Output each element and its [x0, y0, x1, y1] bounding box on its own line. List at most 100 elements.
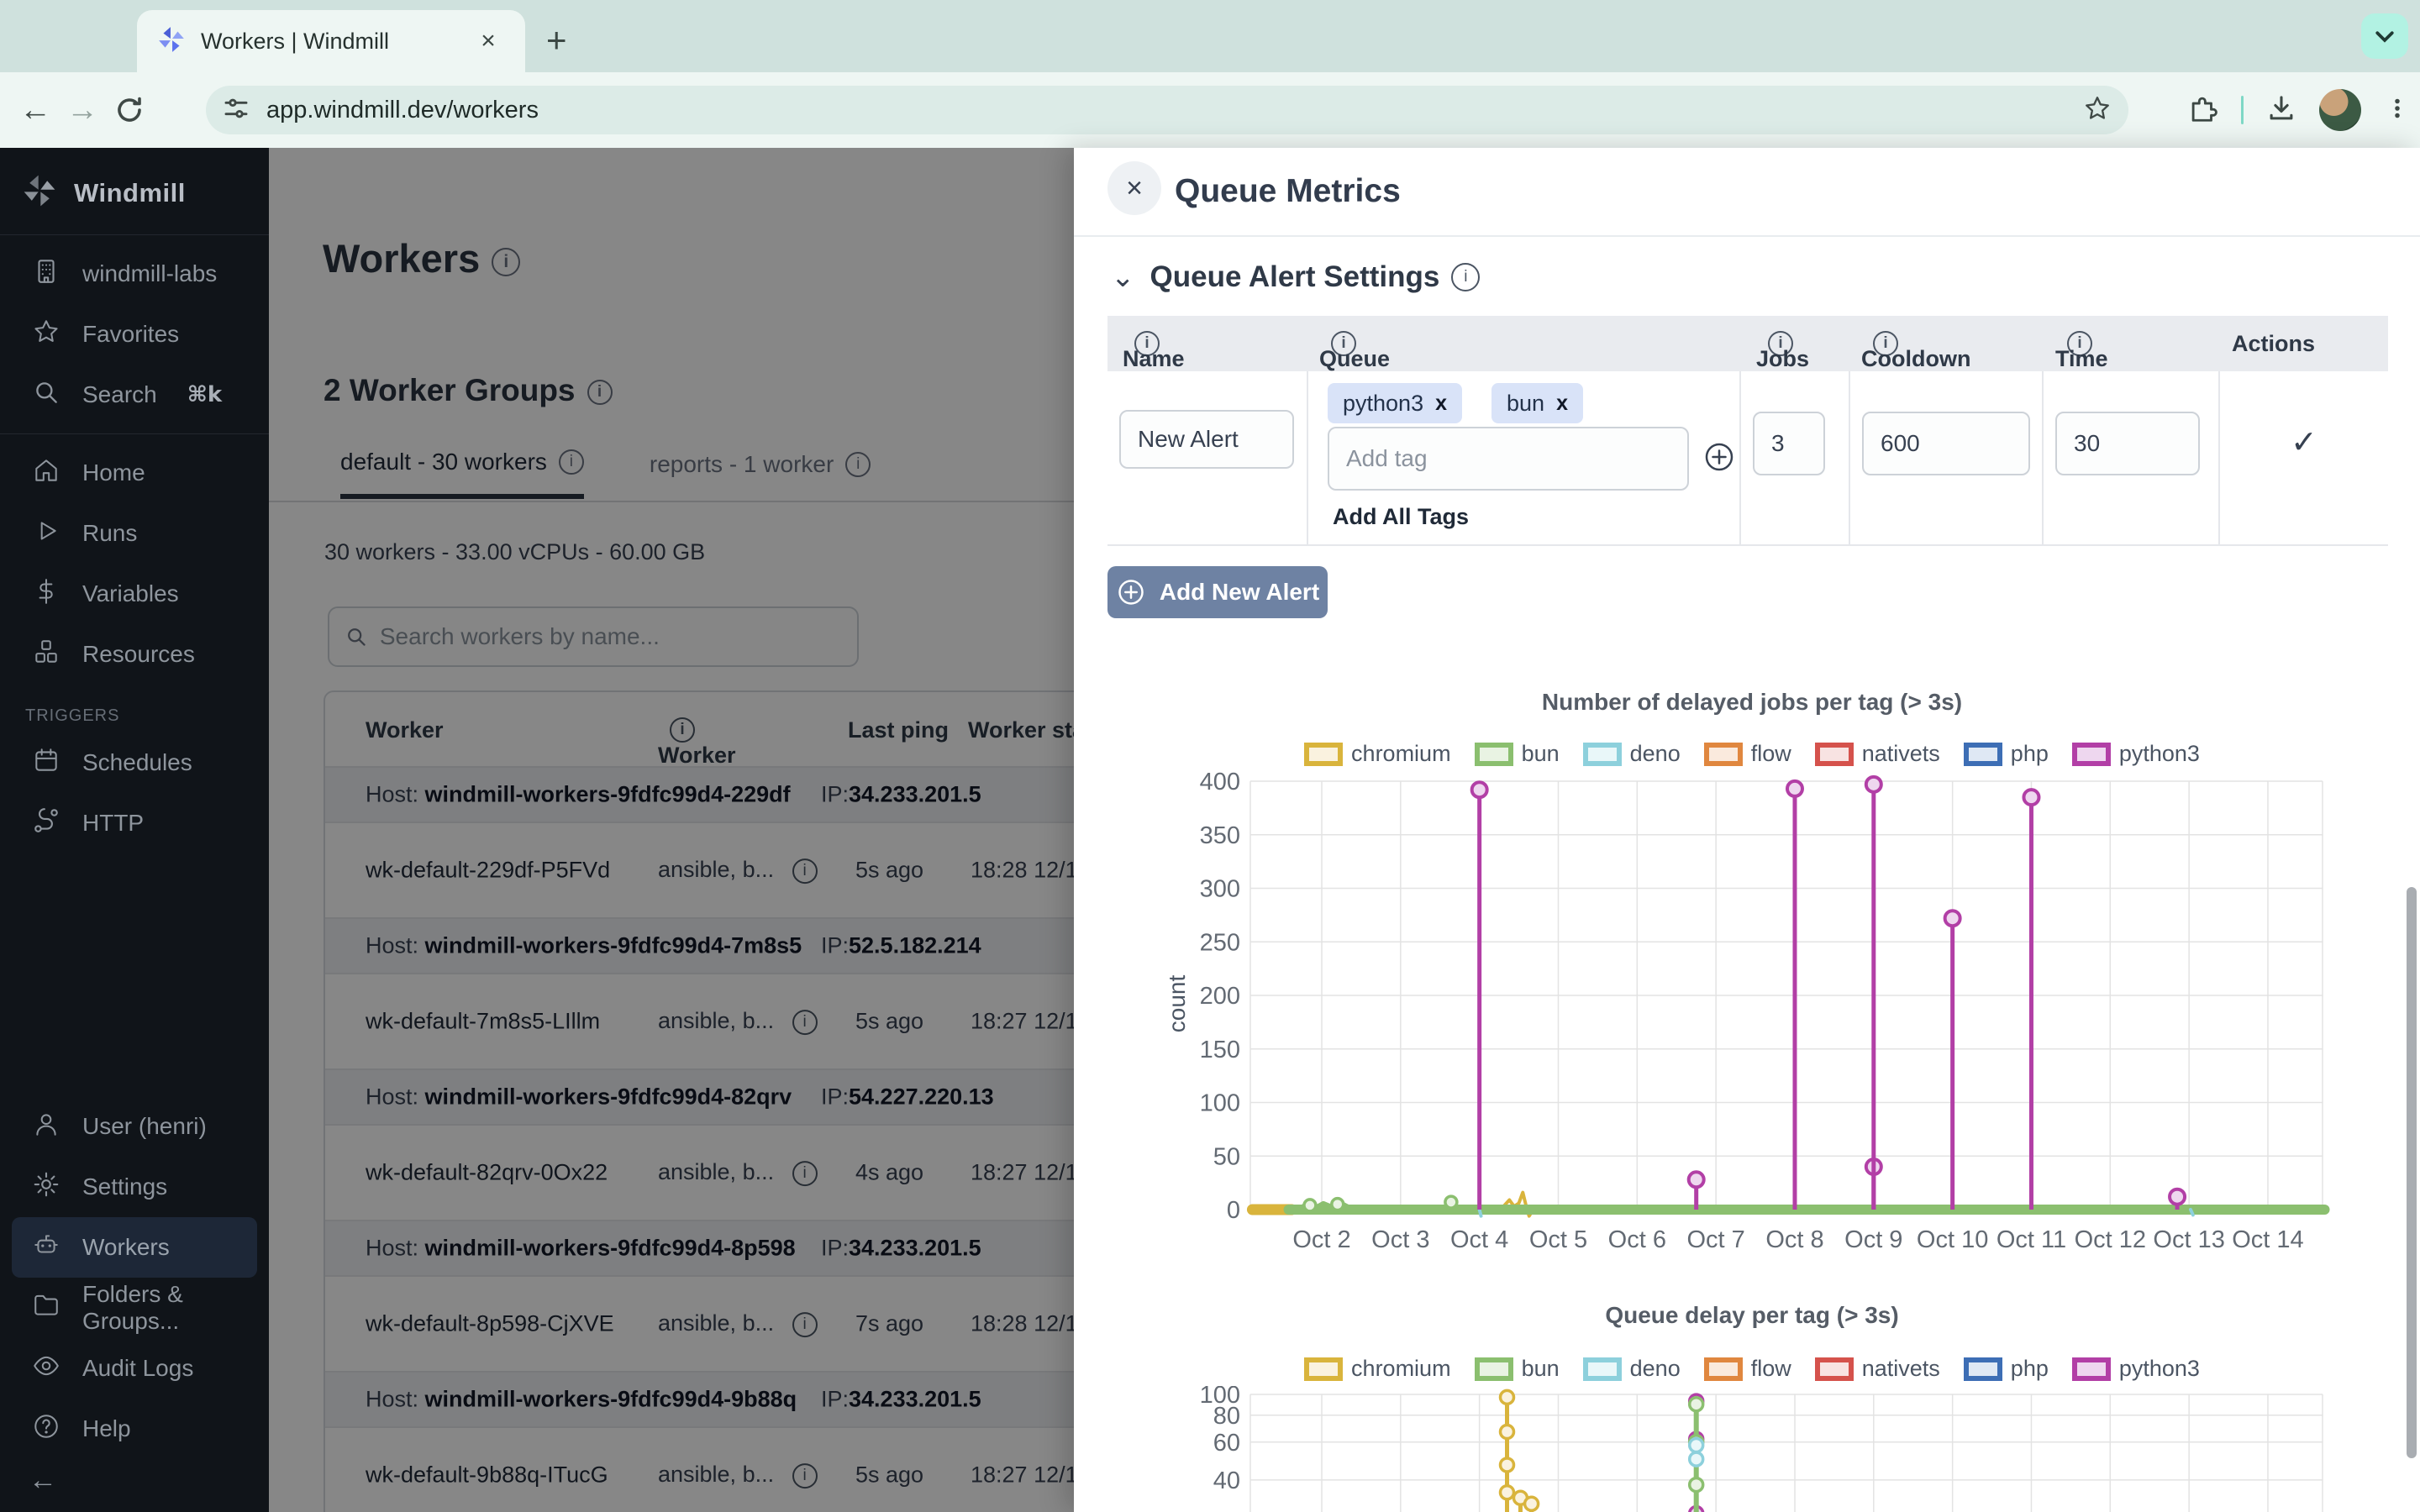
url-bar[interactable]: app.windmill.dev/workers — [206, 86, 2128, 134]
calendar-icon — [32, 746, 60, 780]
alert-table-header: Namei Queue Tags to Monitori Jobsi Coold… — [1107, 316, 2388, 371]
sidebar-item-label: Folders & Groups... — [82, 1281, 237, 1335]
legend-item-chromium[interactable]: chromium — [1304, 1356, 1451, 1382]
sidebar-item-resources[interactable]: Resources — [12, 624, 257, 685]
legend-item-flow[interactable]: flow — [1704, 1356, 1791, 1382]
bookmark-star-icon[interactable] — [2083, 94, 2112, 127]
forward-button[interactable]: → — [59, 87, 106, 134]
legend-swatch — [1583, 1357, 1622, 1381]
chart2-title: Queue delay per tag (> 3s) — [1160, 1302, 2344, 1329]
boxes-icon — [32, 638, 60, 672]
svg-text:400: 400 — [1200, 769, 1240, 795]
brand-name: Windmill — [74, 178, 186, 208]
tab-close-icon[interactable]: × — [471, 24, 505, 58]
sidebar-item-help[interactable]: Help — [12, 1399, 257, 1459]
legend-swatch — [1475, 1357, 1513, 1381]
downloads-icon[interactable] — [2265, 92, 2297, 129]
legend-item-python3[interactable]: python3 — [2072, 1356, 2200, 1382]
new-tab-button[interactable]: + — [546, 20, 567, 60]
windmill-logo-icon — [22, 173, 57, 213]
svg-text:50: 50 — [1213, 1143, 1240, 1170]
svg-text:Oct 13: Oct 13 — [2153, 1226, 2224, 1253]
gear-icon — [32, 1170, 60, 1205]
star-icon — [32, 318, 60, 352]
browser-toolbar: ← → app.windmill.dev/workers — [0, 72, 2420, 148]
time-input[interactable] — [2055, 412, 2200, 475]
search-icon — [32, 378, 60, 412]
browser-tab-strip: Workers | Windmill × + — [0, 0, 2420, 72]
site-settings-icon[interactable] — [223, 95, 250, 126]
sidebar-item-settings[interactable]: Settings — [12, 1157, 257, 1217]
sidebar-divider — [0, 234, 269, 235]
jobs-input[interactable] — [1753, 412, 1825, 475]
browser-tab[interactable]: Workers | Windmill × — [137, 10, 525, 72]
svg-text:200: 200 — [1200, 983, 1240, 1010]
legend-item-bun[interactable]: bun — [1475, 1356, 1560, 1382]
sidebar-item-label: Help — [82, 1415, 131, 1442]
sidebar-top-group: windmill-labsFavoritesSearch⌘k — [0, 244, 269, 425]
svg-text:Oct 9: Oct 9 — [1844, 1226, 1902, 1253]
sidebar-item-search[interactable]: Search⌘k — [12, 365, 257, 425]
sidebar-item-favorites[interactable]: Favorites — [12, 304, 257, 365]
legend-item-php[interactable]: php — [1964, 1356, 2049, 1382]
sidebar-item-folders-groups[interactable]: Folders & Groups... — [12, 1278, 257, 1338]
svg-text:0: 0 — [1227, 1197, 1240, 1224]
drawer-backdrop[interactable] — [269, 148, 1074, 1512]
remove-tag-icon[interactable]: x — [1435, 391, 1447, 416]
sidebar-item-http[interactable]: HTTP — [12, 793, 257, 853]
tab-search-chevron-button[interactable] — [2361, 13, 2408, 59]
triggers-section-label: TRIGGERS — [0, 685, 269, 732]
profile-avatar[interactable] — [2319, 89, 2361, 131]
collapse-sidebar-icon[interactable]: ← — [0, 1459, 269, 1497]
sidebar-item-schedules[interactable]: Schedules — [12, 732, 257, 793]
extensions-puzzle-icon[interactable] — [2187, 92, 2219, 129]
robot-icon — [32, 1231, 60, 1265]
folder-icon — [32, 1291, 60, 1326]
sidebar-item-workers[interactable]: Workers — [12, 1217, 257, 1278]
back-button[interactable]: ← — [12, 87, 59, 134]
svg-text:Oct 4: Oct 4 — [1450, 1226, 1508, 1253]
svg-text:Oct 5: Oct 5 — [1529, 1226, 1587, 1253]
sidebar-triggers-group: SchedulesHTTP — [0, 732, 269, 853]
url-text[interactable]: app.windmill.dev/workers — [266, 97, 2066, 124]
add-all-tags-link[interactable]: Add All Tags — [1333, 504, 1469, 530]
drawer-scrollbar[interactable] — [2407, 887, 2417, 1458]
delayed-jobs-chart[interactable]: 050100150200250300350400Oct 2Oct 3Oct 4O… — [1160, 760, 2344, 1264]
tag-label: python3 — [1343, 391, 1423, 417]
kebab-menu-icon[interactable] — [2383, 94, 2412, 127]
reload-button[interactable] — [106, 87, 153, 134]
legend-label: php — [2011, 1356, 2049, 1382]
confirm-alert-check-icon[interactable]: ✓ — [2291, 423, 2317, 461]
add-new-alert-button[interactable]: Add New Alert — [1107, 566, 1328, 618]
sidebar-item-home[interactable]: Home — [12, 443, 257, 503]
sidebar-item-label: User (henri) — [82, 1113, 207, 1140]
add-tag-plus-icon[interactable] — [1702, 440, 1736, 480]
sidebar-item-variables[interactable]: Variables — [12, 564, 257, 624]
info-icon[interactable]: i — [1451, 263, 1480, 291]
legend-swatch — [1964, 1357, 2002, 1381]
svg-text:100: 100 — [1200, 1090, 1240, 1117]
svg-text:40: 40 — [1213, 1467, 1240, 1494]
close-drawer-button[interactable]: × — [1107, 161, 1161, 215]
legend-label: python3 — [2119, 1356, 2200, 1382]
sidebar-item-windmill-labs[interactable]: windmill-labs — [12, 244, 257, 304]
svg-text:100: 100 — [1200, 1386, 1240, 1409]
cooldown-input[interactable] — [1862, 412, 2030, 475]
sidebar-brand[interactable]: Windmill — [0, 148, 269, 234]
legend-swatch — [1815, 1357, 1854, 1381]
legend-item-deno[interactable]: deno — [1583, 1356, 1681, 1382]
remove-tag-icon[interactable]: x — [1556, 391, 1568, 416]
legend-label: deno — [1630, 1356, 1681, 1382]
sidebar-item-audit-logs[interactable]: Audit Logs — [12, 1338, 257, 1399]
legend-label: nativets — [1862, 1356, 1940, 1382]
queue-alert-settings-header[interactable]: ⌄ Queue Alert Settings i — [1111, 260, 1480, 294]
legend-swatch — [1704, 1357, 1743, 1381]
alert-settings-table: Namei Queue Tags to Monitori Jobsi Coold… — [1107, 316, 2388, 546]
alert-name-input[interactable] — [1119, 410, 1294, 469]
sidebar-item-label: Variables — [82, 580, 179, 607]
sidebar-item-user-henri[interactable]: User (henri) — [12, 1096, 257, 1157]
sidebar-item-runs[interactable]: Runs — [12, 503, 257, 564]
legend-item-nativets[interactable]: nativets — [1815, 1356, 1940, 1382]
add-tag-input[interactable] — [1328, 427, 1689, 491]
queue-delay-chart[interactable]: 406080100 — [1160, 1386, 2344, 1512]
